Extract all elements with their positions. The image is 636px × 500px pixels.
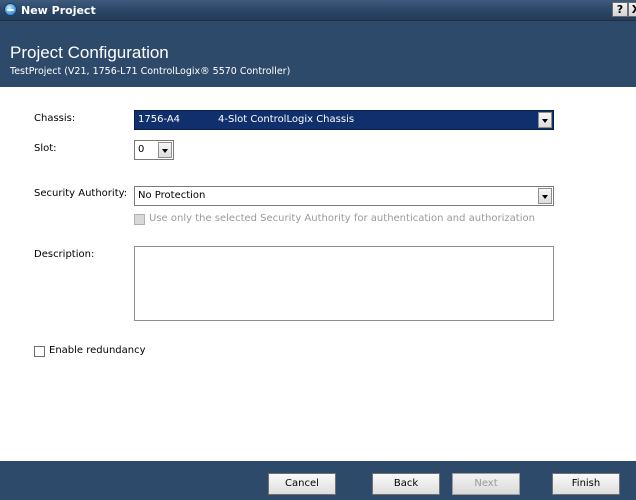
use-only-authority-checkbox[interactable]	[134, 214, 145, 225]
use-only-authority-label: Use only the selected Security Authority…	[149, 213, 535, 224]
cancel-button[interactable]: Cancel	[268, 473, 336, 495]
dialog-header: Project Configuration TestProject (V21, …	[0, 21, 636, 87]
chevron-down-icon[interactable]	[158, 142, 172, 158]
finish-button[interactable]: Finish	[552, 473, 620, 495]
page-title: Project Configuration	[10, 43, 169, 62]
chassis-description: 4-Slot ControlLogix Chassis	[218, 114, 355, 125]
page-subtitle: TestProject (V21, 1756-L71 ControlLogix®…	[10, 66, 291, 77]
window-title: New Project	[21, 4, 96, 17]
chassis-catalog: 1756-A4	[138, 114, 181, 125]
enable-redundancy-label: Enable redundancy	[49, 345, 146, 356]
title-bar: New Project ? X	[0, 0, 636, 21]
dialog-footer: Cancel Back Next Finish	[0, 461, 636, 500]
chassis-label: Chassis:	[34, 113, 76, 124]
help-button[interactable]: ?	[612, 2, 628, 17]
chevron-down-icon[interactable]	[538, 112, 552, 128]
enable-redundancy-checkbox[interactable]	[34, 346, 45, 357]
app-icon	[4, 3, 17, 16]
close-button[interactable]: X	[628, 2, 636, 17]
description-label: Description:	[34, 249, 95, 260]
security-authority-label: Security Authority:	[34, 188, 128, 199]
next-button[interactable]: Next	[452, 473, 520, 495]
security-authority-value: No Protection	[138, 190, 206, 201]
back-button[interactable]: Back	[372, 473, 440, 495]
slot-value: 0	[138, 144, 145, 155]
chevron-down-icon[interactable]	[538, 188, 552, 204]
description-textarea[interactable]	[134, 246, 554, 321]
slot-dropdown[interactable]: 0	[134, 140, 174, 160]
chassis-dropdown[interactable]: 1756-A4 4-Slot ControlLogix Chassis	[134, 110, 554, 130]
security-authority-dropdown[interactable]: No Protection	[134, 186, 554, 206]
chassis-value: 1756-A4 4-Slot ControlLogix Chassis	[138, 114, 354, 125]
slot-label: Slot:	[34, 143, 57, 154]
